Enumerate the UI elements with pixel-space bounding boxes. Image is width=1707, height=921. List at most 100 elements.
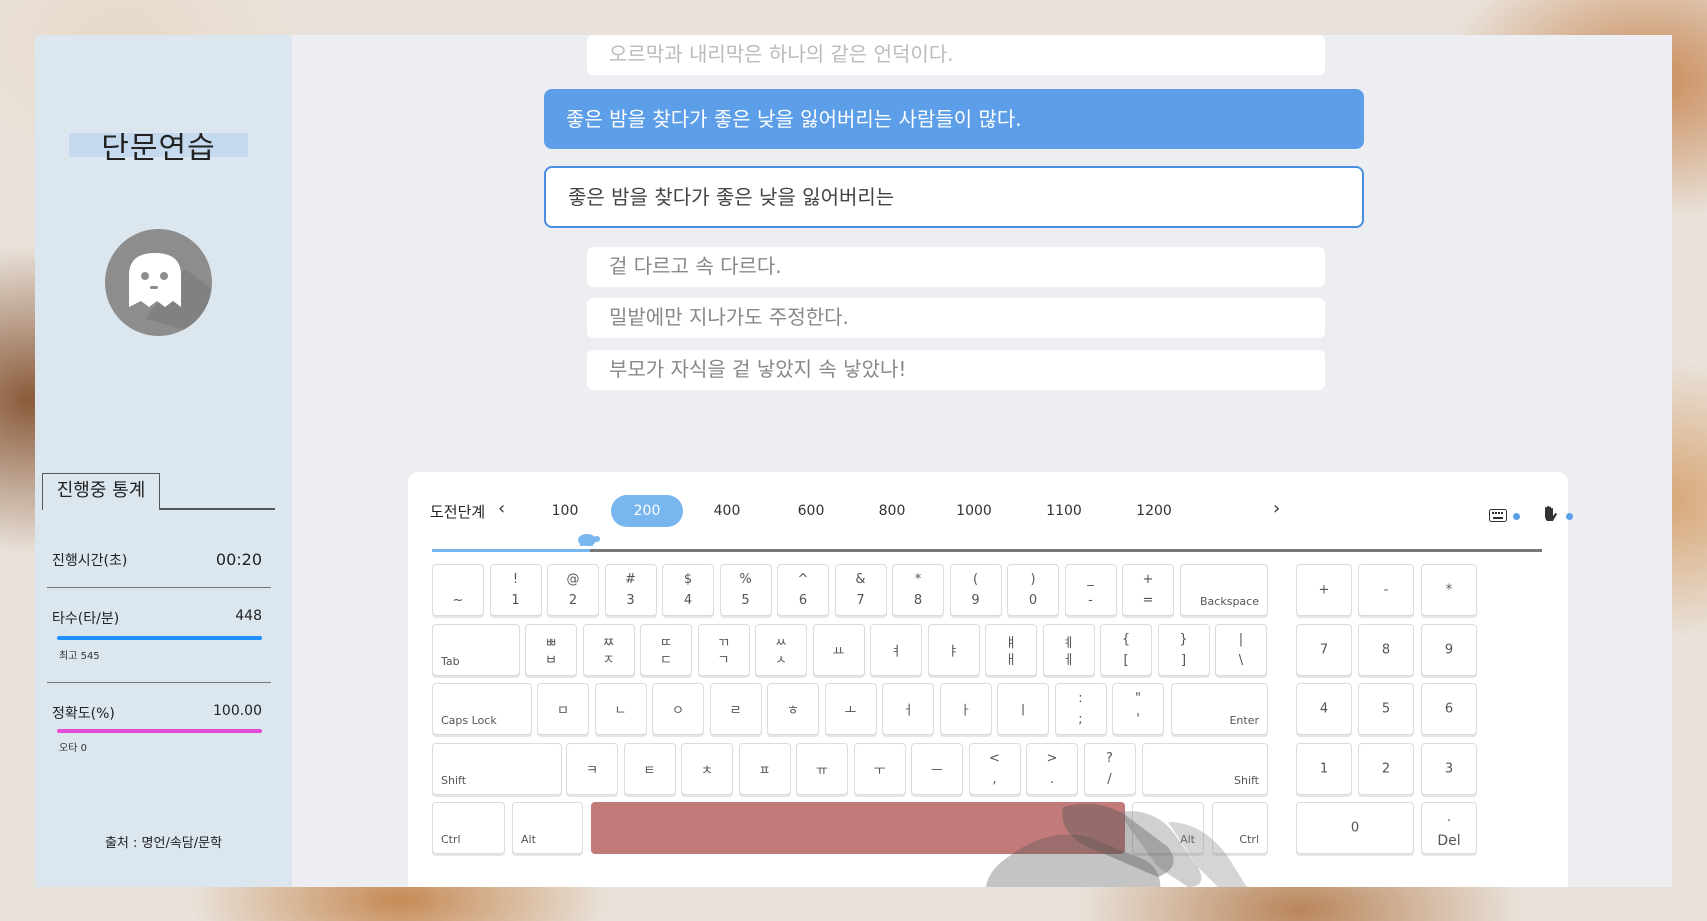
keyboard-key[interactable]: | \ bbox=[1215, 624, 1267, 676]
level-800[interactable]: 800 bbox=[856, 495, 928, 527]
keyboard-key[interactable]: ㅣ bbox=[997, 683, 1049, 735]
keyboard-key[interactable]: ~ bbox=[432, 564, 484, 616]
page-title: 단문연습 bbox=[101, 131, 216, 166]
numpad-8-key[interactable]: 8 bbox=[1358, 624, 1414, 676]
ctrl-left-key[interactable]: Ctrl bbox=[432, 802, 505, 854]
keyboard-key[interactable]: + = bbox=[1122, 564, 1174, 616]
divider bbox=[47, 587, 271, 588]
enter-key[interactable]: Enter bbox=[1171, 683, 1268, 735]
level-200[interactable]: 200 bbox=[611, 495, 683, 527]
turtle-icon bbox=[575, 532, 601, 550]
keyboard-key[interactable]: ㅋ bbox=[566, 743, 618, 795]
numpad-0-key[interactable]: 0 bbox=[1296, 802, 1414, 854]
keyboard-key[interactable]: ㅓ bbox=[882, 683, 934, 735]
keyboard-icon[interactable] bbox=[1489, 508, 1507, 526]
numpad-minus-key[interactable]: - bbox=[1358, 564, 1414, 616]
keyboard-key[interactable]: ! 1 bbox=[489, 564, 542, 616]
prev-level-icon[interactable]: ‹ bbox=[498, 498, 505, 519]
keyboard-key[interactable]: <, bbox=[968, 743, 1021, 795]
keyboard-key[interactable]: #3 bbox=[604, 564, 657, 616]
next-level-icon[interactable]: › bbox=[1273, 498, 1280, 519]
numpad-7-key[interactable]: 7 bbox=[1296, 624, 1352, 676]
numpad-multiply-key[interactable]: * bbox=[1421, 564, 1477, 616]
typing-input[interactable]: 좋은 밤을 찾다가 좋은 낮을 잃어버리는 bbox=[544, 166, 1364, 228]
keyboard-key[interactable]: ㅎ bbox=[767, 683, 819, 735]
keyboard-key[interactable]: ㅇ bbox=[652, 683, 704, 735]
speed-bar bbox=[57, 636, 262, 640]
keyboard-key[interactable]: ㄹ bbox=[709, 683, 762, 735]
level-1000[interactable]: 1000 bbox=[938, 495, 1010, 527]
elapsed-label: 진행시간(초) bbox=[52, 553, 128, 569]
keyboard-key[interactable]: ㄴ bbox=[594, 683, 647, 735]
numpad-5-key[interactable]: 5 bbox=[1358, 683, 1414, 735]
keyboard-panel: 도전단계 ‹ 100 200 400 600 800 1000 1100 120… bbox=[408, 472, 1573, 887]
capslock-key[interactable]: Caps Lock bbox=[432, 683, 532, 735]
keyboard-key[interactable]: >. bbox=[1026, 743, 1078, 795]
ctrl-right-key[interactable]: Ctrl bbox=[1212, 802, 1268, 854]
shift-right-key[interactable]: Shift bbox=[1142, 743, 1268, 795]
speed-stat: 타수(타/분) 448 bbox=[52, 608, 262, 628]
keyboard-key[interactable]: ㅡ bbox=[911, 743, 963, 795]
accuracy-value: 100.00 bbox=[213, 703, 262, 719]
hand-icon[interactable] bbox=[1542, 505, 1558, 527]
keyboard-key[interactable]: % 5 bbox=[719, 564, 772, 616]
numpad-plus-key[interactable]: + bbox=[1296, 564, 1352, 616]
level-100[interactable]: 100 bbox=[529, 495, 601, 527]
alt-right-key[interactable]: Alt bbox=[1132, 802, 1204, 854]
keyboard-key[interactable]: ㅑ bbox=[927, 624, 980, 676]
app-window: 단문연습 진행중 통계 진행시간(초) 00:20 타수(타/분) 448 최고… bbox=[35, 35, 1672, 887]
numpad-3-key[interactable]: 3 bbox=[1421, 743, 1477, 795]
upcoming-sentence: 겉 다르고 속 다르다. bbox=[587, 247, 1325, 287]
keyboard-key[interactable]: ㅏ bbox=[939, 683, 992, 735]
level-1200[interactable]: 1200 bbox=[1118, 495, 1190, 527]
keyboard-key[interactable]: & 7 bbox=[834, 564, 887, 616]
keyboard-key[interactable]: _ - bbox=[1064, 564, 1117, 616]
keyboard-key[interactable]: :; bbox=[1054, 683, 1107, 735]
keyboard-key[interactable]: ㅕ bbox=[870, 624, 922, 676]
keyboard-key[interactable]: * 8 bbox=[892, 564, 944, 616]
numpad-6-key[interactable]: 6 bbox=[1421, 683, 1477, 735]
keyboard-key[interactable]: @2 bbox=[547, 564, 599, 616]
alt-left-key[interactable]: Alt bbox=[512, 802, 583, 854]
shift-left-key[interactable]: Shift bbox=[432, 743, 562, 795]
elapsed-value: 00:20 bbox=[215, 550, 262, 569]
keyboard-key[interactable]: ㄲㄱ bbox=[697, 624, 750, 676]
ghost-icon bbox=[129, 253, 212, 336]
keyboard-key[interactable]: ㅛ bbox=[812, 624, 865, 676]
space-key[interactable] bbox=[591, 802, 1125, 854]
keyboard-key[interactable]: ㅍ bbox=[738, 743, 791, 795]
keyboard-key[interactable]: {[ bbox=[1100, 624, 1152, 676]
hand-toggle-dot[interactable] bbox=[1566, 513, 1573, 520]
level-600[interactable]: 600 bbox=[775, 495, 847, 527]
numpad-2-key[interactable]: 2 bbox=[1358, 743, 1414, 795]
backspace-key[interactable]: Backspace bbox=[1180, 564, 1268, 616]
keyboard-key[interactable]: ? / bbox=[1083, 743, 1136, 795]
source-label: 출처 : 명언/속담/문학 bbox=[104, 836, 223, 851]
keyboard-key[interactable]: ㅗ bbox=[824, 683, 877, 735]
keyboard-key[interactable]: ㅒㅐ bbox=[985, 624, 1037, 676]
keyboard-key[interactable]: ㄸㄷ bbox=[640, 624, 692, 676]
keyboard-key[interactable]: (9 bbox=[949, 564, 1002, 616]
keyboard-key[interactable]: ) 0 bbox=[1007, 564, 1059, 616]
keyboard-key[interactable]: $4 bbox=[662, 564, 714, 616]
keyboard-key[interactable]: ㅠ bbox=[796, 743, 848, 795]
keyboard-key[interactable]: ㅌ bbox=[623, 743, 676, 795]
keyboard-key[interactable]: " ' bbox=[1112, 683, 1164, 735]
keyboard-key[interactable]: ㅜ bbox=[853, 743, 906, 795]
level-400[interactable]: 400 bbox=[691, 495, 763, 527]
tab-key[interactable]: Tab bbox=[432, 624, 520, 676]
keyboard-toggle-dot[interactable] bbox=[1513, 513, 1520, 520]
keyboard-key[interactable]: ㅃㅂ bbox=[525, 624, 577, 676]
keyboard-key[interactable]: ㅁ bbox=[537, 683, 589, 735]
numpad-4-key[interactable]: 4 bbox=[1296, 683, 1352, 735]
numpad-del-key[interactable]: . Del bbox=[1421, 802, 1477, 854]
numpad-1-key[interactable]: 1 bbox=[1296, 743, 1352, 795]
level-1100[interactable]: 1100 bbox=[1028, 495, 1100, 527]
keyboard-key[interactable]: ㅉㅈ bbox=[582, 624, 635, 676]
keyboard-key[interactable]: ㅖㅔ bbox=[1042, 624, 1095, 676]
keyboard-key[interactable]: ^ 6 bbox=[777, 564, 829, 616]
numpad-9-key[interactable]: 9 bbox=[1421, 624, 1477, 676]
keyboard-key[interactable]: ㅆㅅ bbox=[755, 624, 807, 676]
keyboard-key[interactable]: ㅊ bbox=[681, 743, 733, 795]
keyboard-key[interactable]: }] bbox=[1157, 624, 1210, 676]
